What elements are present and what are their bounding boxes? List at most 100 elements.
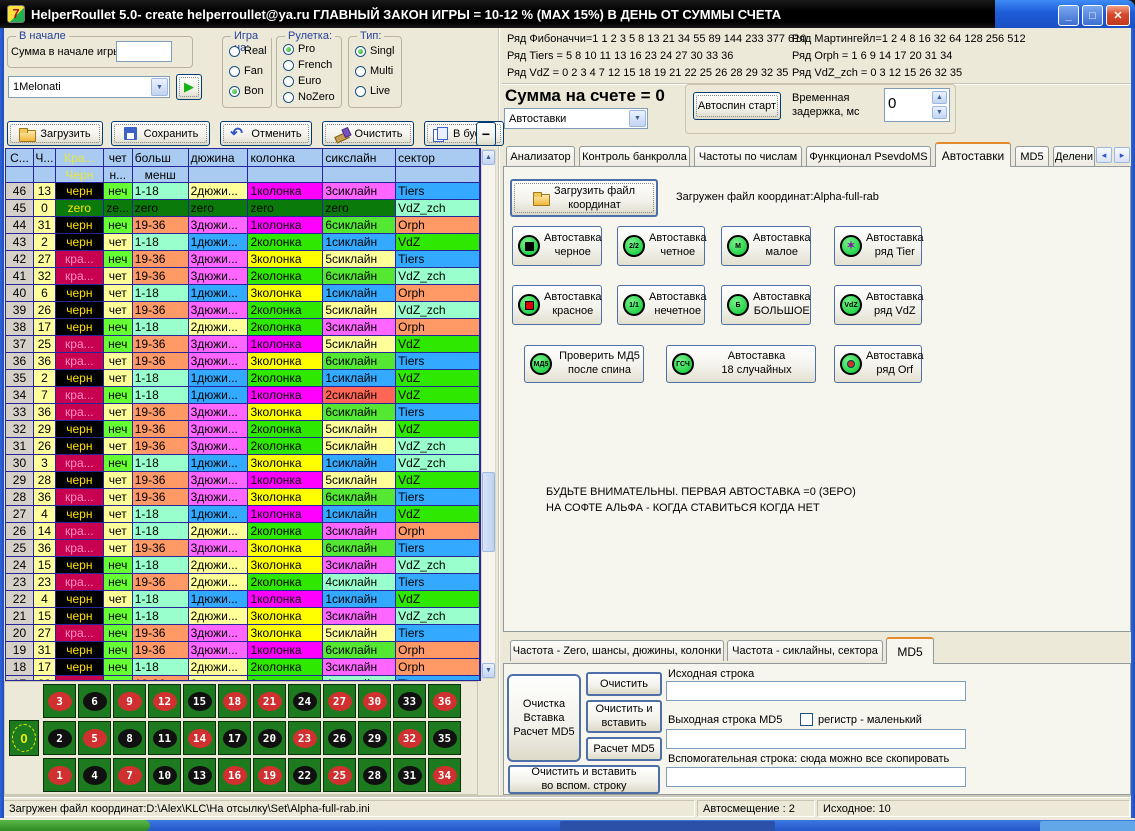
spinner-up-icon[interactable]: ▲ bbox=[932, 91, 947, 104]
column-header[interactable]: колонка bbox=[248, 149, 323, 167]
board-number-cell[interactable]: 16 bbox=[218, 758, 251, 792]
bottom-tab-3[interactable]: MD5 bbox=[886, 637, 934, 664]
minimize-button[interactable]: _ bbox=[1058, 5, 1079, 26]
start-sum-input[interactable] bbox=[116, 41, 172, 62]
board-number-cell[interactable]: 5 bbox=[78, 721, 111, 755]
table-row[interactable]: 4132кра...чет19-363дюжи...2колонка6сикла… bbox=[6, 268, 480, 285]
md5-clear-button[interactable]: Очистить bbox=[586, 672, 662, 696]
board-number-cell[interactable]: 34 bbox=[428, 758, 461, 792]
board-number-cell[interactable]: 3 bbox=[43, 684, 76, 718]
table-row[interactable]: 450zeroze...zerozerozerozeroVdZ_zch bbox=[6, 200, 480, 217]
board-number-cell[interactable]: 36 bbox=[428, 684, 461, 718]
board-number-cell[interactable]: 8 bbox=[113, 721, 146, 755]
board-number-cell[interactable]: 21 bbox=[253, 684, 286, 718]
autostavka-button-четное[interactable]: 2/2Автоставкачетное bbox=[617, 226, 705, 266]
bottom-tab-1[interactable]: Частота - Zero, шансы, дюжины, колонки bbox=[510, 640, 724, 661]
tab-контроль-банкролла[interactable]: Контроль банкролла bbox=[579, 146, 690, 167]
scroll-up-icon[interactable]: ▲ bbox=[482, 150, 495, 165]
tab-анализатор[interactable]: Анализатор bbox=[506, 146, 575, 167]
board-number-cell[interactable]: 35 bbox=[428, 721, 461, 755]
board-number-cell[interactable]: 15 bbox=[183, 684, 216, 718]
column-header[interactable]: больш bbox=[133, 149, 189, 167]
md5-calc-button[interactable]: Расчет MD5 bbox=[586, 737, 662, 761]
table-row[interactable]: 303кра...неч1-181дюжи...3колонка1сиклайн… bbox=[6, 455, 480, 472]
load-button[interactable]: Загрузить bbox=[7, 121, 103, 146]
board-number-cell[interactable]: 22 bbox=[288, 758, 321, 792]
board-number-cell[interactable]: 14 bbox=[183, 721, 216, 755]
table-row[interactable]: 432чернчет1-181дюжи...2колонка1сиклайнVd… bbox=[6, 234, 480, 251]
collapse-button[interactable]: − bbox=[476, 122, 496, 146]
board-number-cell[interactable]: 9 bbox=[113, 684, 146, 718]
table-row[interactable]: 4613черннеч1-182дюжи...1колонка3сиклайнT… bbox=[6, 183, 480, 200]
play-button[interactable]: ▶ bbox=[176, 74, 202, 100]
board-number-cell[interactable]: 28 bbox=[358, 758, 391, 792]
board-number-cell[interactable]: 27 bbox=[323, 684, 356, 718]
autostavka-button-красное[interactable]: Автоставкакрасное bbox=[512, 285, 602, 325]
undo-button[interactable]: ↶ Отменить bbox=[220, 121, 312, 146]
board-number-cell[interactable]: 29 bbox=[358, 721, 391, 755]
close-button[interactable]: ✕ bbox=[1106, 5, 1130, 26]
table-row[interactable]: 1817черннеч1-182дюжи...2колонка3сиклайнO… bbox=[6, 659, 480, 676]
taskbar-task[interactable] bbox=[560, 821, 775, 831]
register-checkbox[interactable] bbox=[800, 713, 813, 726]
autostavka-button-ряд-tier[interactable]: ✶Автоставкаряд Tier bbox=[834, 226, 922, 266]
autostavka-button-черное[interactable]: Автоставкачерное bbox=[512, 226, 602, 266]
autostavka-button-большое[interactable]: БАвтоставкаБОЛЬШОЕ bbox=[721, 285, 811, 325]
table-row[interactable]: 2928чернчет19-363дюжи...1колонка5сиклайн… bbox=[6, 472, 480, 489]
tab-функционал-psevdoms[interactable]: Функционал PsevdoMS bbox=[806, 146, 931, 167]
board-number-cell[interactable]: 26 bbox=[323, 721, 356, 755]
board-number-cell[interactable]: 24 bbox=[288, 684, 321, 718]
table-row[interactable]: 3817черннеч1-182дюжи...2колонка3сиклайнO… bbox=[6, 319, 480, 336]
board-number-cell[interactable]: 33 bbox=[393, 684, 426, 718]
table-row[interactable]: 3926чернчет19-363дюжи...2колонка5сиклайн… bbox=[6, 302, 480, 319]
tab-scroll-left-icon[interactable]: ◂ bbox=[1096, 147, 1112, 163]
table-row[interactable]: 2027кра...неч19-363дюжи...3колонка5сикла… bbox=[6, 625, 480, 642]
load-coords-button[interactable]: Загрузить файлкоординат bbox=[510, 179, 658, 217]
board-number-cell[interactable]: 17 bbox=[218, 721, 251, 755]
md5-clear-paste-button[interactable]: Очистить и вставить bbox=[586, 700, 662, 733]
autostavka-button-малое[interactable]: МАвтоставкамалое bbox=[721, 226, 811, 266]
table-row[interactable]: 3725кра...неч19-363дюжи...1колонка5сикла… bbox=[6, 336, 480, 353]
board-number-cell[interactable]: 30 bbox=[358, 684, 391, 718]
chevron-down-icon[interactable]: ▼ bbox=[629, 110, 646, 127]
scroll-down-icon[interactable]: ▼ bbox=[482, 663, 495, 678]
autostavka-button-ряд-vdz[interactable]: VdZАвтоставкаряд VdZ bbox=[834, 285, 922, 325]
radio-nozero[interactable]: NoZero bbox=[283, 91, 335, 103]
clear-button[interactable]: Очистить bbox=[322, 121, 414, 146]
md5-out-input[interactable] bbox=[666, 729, 966, 749]
column-header[interactable]: С... bbox=[6, 149, 34, 167]
autostavka-button-после-спина[interactable]: МД5Проверить МД5после спина bbox=[524, 345, 644, 383]
radio-euro[interactable]: Euro bbox=[283, 75, 321, 87]
autostavka-button-нечетное[interactable]: 1/1Автоставканечетное bbox=[617, 285, 705, 325]
save-button[interactable]: Сохранить bbox=[111, 121, 210, 146]
tab-scroll-right-icon[interactable]: ▸ bbox=[1114, 147, 1130, 163]
spinner-down-icon[interactable]: ▼ bbox=[932, 106, 947, 119]
tab-delenie[interactable]: Делени bbox=[1053, 146, 1095, 167]
radio-french[interactable]: French bbox=[283, 59, 332, 71]
board-number-cell[interactable]: 13 bbox=[183, 758, 216, 792]
radio-pro[interactable]: Pro bbox=[283, 43, 315, 55]
board-number-cell[interactable]: 25 bbox=[323, 758, 356, 792]
tab-md5[interactable]: MD5 bbox=[1015, 146, 1049, 167]
md5-clear-paste-aux-button[interactable]: Очистить и вставить во вспом. строку bbox=[508, 765, 660, 794]
autostavka-button-18-случайных[interactable]: ГСЧАвтоставка18 случайных bbox=[666, 345, 816, 383]
column-header[interactable]: чет bbox=[104, 149, 133, 167]
autostavka-button-ряд-orf[interactable]: Автоставкаряд Orf bbox=[834, 345, 922, 383]
table-row[interactable]: 3229черннеч19-363дюжи...2колонка5сиклайн… bbox=[6, 421, 480, 438]
table-row[interactable]: 274чернчет1-181дюжи...1колонка1сиклайнVd… bbox=[6, 506, 480, 523]
board-number-cell[interactable]: 19 bbox=[253, 758, 286, 792]
tab-автоставки[interactable]: Автоставки bbox=[935, 142, 1011, 167]
board-number-cell[interactable]: 4 bbox=[78, 758, 111, 792]
table-row[interactable]: 1931черннеч19-363дюжи...1колонка6сиклайн… bbox=[6, 642, 480, 659]
board-zero-cell[interactable]: 0 bbox=[9, 720, 39, 756]
board-number-cell[interactable]: 23 bbox=[288, 721, 321, 755]
board-number-cell[interactable]: 18 bbox=[218, 684, 251, 718]
table-row[interactable]: 3126чернчет19-363дюжи...2колонка5сиклайн… bbox=[6, 438, 480, 455]
radio-real[interactable]: Real bbox=[229, 45, 267, 57]
table-row[interactable]: 347кра...неч1-181дюжи...1колонка2сиклайн… bbox=[6, 387, 480, 404]
radio-bon[interactable]: Bon bbox=[229, 85, 264, 97]
column-header[interactable]: сикслайн bbox=[323, 149, 396, 167]
column-header[interactable]: сектор bbox=[396, 149, 480, 167]
table-row[interactable]: 352чернчет1-181дюжи...2колонка1сиклайнVd… bbox=[6, 370, 480, 387]
md5-source-input[interactable] bbox=[666, 681, 966, 701]
